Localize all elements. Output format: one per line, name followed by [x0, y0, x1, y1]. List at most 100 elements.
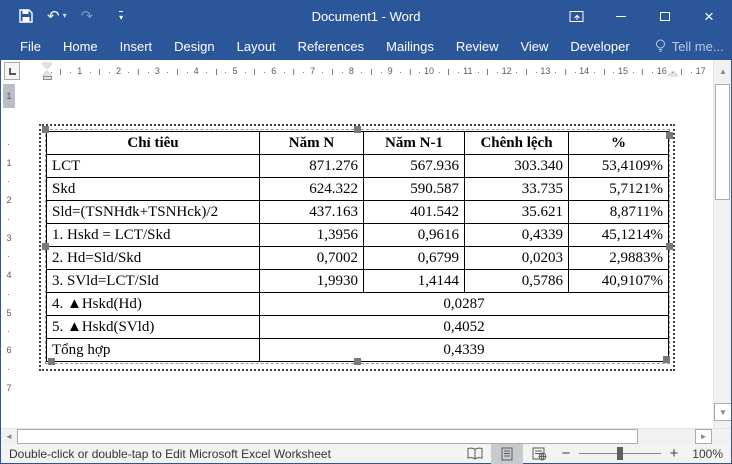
- ruler-tick: [681, 69, 683, 75]
- value-cell: 303.340: [464, 154, 569, 178]
- tab-stop-selector[interactable]: [4, 62, 20, 80]
- ruler-tick: [50, 72, 52, 73]
- ruler-tick: [293, 69, 295, 75]
- value-cell: 2,9883%: [568, 246, 669, 270]
- value-cell: 1,9930: [259, 269, 364, 293]
- ruler-tick: [593, 72, 595, 73]
- horizontal-ruler[interactable]: 1 2 3 4 5 6 7 8 9 10 11 12 13 14 15 16 17: [23, 63, 707, 80]
- scroll-down-icon[interactable]: ▼: [714, 403, 731, 421]
- window-controls: ×: [555, 0, 731, 32]
- ruler-tick: [176, 69, 178, 75]
- selection-handle[interactable]: [42, 126, 49, 133]
- title-bar: ↶ ▾ ↷ ▾ Document1 - Word ×: [1, 0, 731, 32]
- read-mode-button[interactable]: [459, 444, 491, 464]
- minimize-button[interactable]: [599, 0, 643, 32]
- vertical-scroll-thumb[interactable]: [715, 84, 730, 200]
- tab-mailings[interactable]: Mailings: [375, 34, 445, 59]
- value-cell: 401.542: [363, 200, 465, 224]
- tab-review[interactable]: Review: [445, 34, 510, 59]
- column-header: Chỉ tiêu: [46, 131, 260, 155]
- ruler-tick: [516, 72, 518, 73]
- ruler-tick: [264, 72, 266, 73]
- ruler-number: 2: [116, 66, 122, 76]
- scroll-right-icon[interactable]: ►: [695, 429, 712, 444]
- scroll-up-icon[interactable]: ▲: [714, 62, 731, 80]
- ruler-number: 12: [501, 66, 512, 76]
- row-label-cell: Tổng hợp: [46, 338, 260, 362]
- row-label-cell: Skd: [46, 177, 260, 201]
- zoom-in-button[interactable]: +: [663, 445, 685, 462]
- ribbon-display-options-icon[interactable]: [555, 0, 599, 32]
- tab-home[interactable]: Home: [52, 34, 109, 59]
- tab-developer[interactable]: Developer: [559, 34, 640, 59]
- value-cell: 1,4144: [363, 269, 465, 293]
- vertical-ruler[interactable]: 1 1 2 3 4 5 6 7: [1, 84, 17, 428]
- scroll-left-icon[interactable]: ◄: [1, 429, 17, 444]
- ruler-number: 11: [463, 66, 473, 76]
- ruler-tick: [496, 72, 498, 73]
- vertical-scrollbar[interactable]: ▲ ▼: [713, 60, 731, 428]
- ruler-number: 6: [6, 345, 12, 355]
- selection-handle[interactable]: [42, 243, 49, 250]
- undo-button[interactable]: ↶ ▾: [47, 9, 67, 24]
- print-layout-button[interactable]: [491, 443, 523, 464]
- maximize-button[interactable]: [643, 0, 687, 32]
- ruler-tick: [254, 69, 256, 75]
- ruler-tick: [477, 72, 479, 73]
- ruler-tick: [138, 69, 139, 75]
- value-cell: 0,4339: [464, 223, 569, 247]
- tab-design[interactable]: Design: [163, 34, 225, 59]
- ruler-tick: [690, 72, 692, 73]
- ruler-tick: [564, 69, 566, 75]
- ruler-tick: [322, 72, 324, 73]
- ruler-tick: [555, 72, 557, 73]
- selection-handle[interactable]: [354, 358, 361, 365]
- horizontal-scroll-thumb[interactable]: [17, 429, 638, 444]
- ruler-tick: [487, 69, 489, 75]
- zoom-out-button[interactable]: −: [555, 445, 577, 462]
- tab-file[interactable]: File: [9, 34, 52, 59]
- ruler-tick: [642, 69, 644, 75]
- selection-handle[interactable]: [48, 358, 55, 365]
- tell-me-box[interactable]: Tell me...: [655, 39, 724, 54]
- selection-handle[interactable]: [666, 132, 673, 139]
- ruler-tick: [215, 69, 217, 75]
- ruler-number: 15: [617, 66, 629, 76]
- ruler-number: 4: [6, 270, 12, 280]
- ruler-tick: [332, 69, 333, 75]
- save-icon[interactable]: [19, 9, 33, 23]
- row-label-cell: 2. Hd=Sld/Skd: [46, 246, 260, 270]
- ruler-tick: [526, 69, 527, 75]
- value-cell: 567.936: [363, 154, 465, 178]
- tab-references[interactable]: References: [287, 34, 375, 59]
- tab-insert[interactable]: Insert: [109, 34, 164, 59]
- row-label-cell: 5. ▲Hskd(SVld): [46, 315, 260, 339]
- ruler-number: 1: [6, 157, 12, 168]
- ruler-tick: [438, 72, 440, 73]
- undo-dropdown-icon[interactable]: ▾: [63, 12, 67, 20]
- left-indent-marker[interactable]: [43, 76, 52, 80]
- tab-layout[interactable]: Layout: [226, 34, 287, 59]
- web-layout-button[interactable]: [523, 444, 555, 464]
- ruler-tick: [341, 72, 343, 73]
- ruler-tick: [302, 72, 304, 73]
- horizontal-scrollbar[interactable]: ◄ ►: [1, 428, 731, 444]
- ruler-number: 1: [77, 66, 83, 76]
- selection-handle[interactable]: [354, 126, 361, 133]
- ruler-tick: [8, 143, 9, 145]
- zoom-slider[interactable]: [579, 447, 661, 460]
- customize-qat-icon[interactable]: ▾: [119, 10, 124, 22]
- ruler-tick: [167, 72, 169, 73]
- selection-handle[interactable]: [666, 243, 673, 250]
- ruler-number: 6: [271, 66, 277, 76]
- zoom-slider-thumb[interactable]: [617, 447, 623, 460]
- first-line-indent-marker[interactable]: [42, 63, 52, 69]
- tab-view[interactable]: View: [509, 34, 559, 59]
- ruler-number: 4: [193, 66, 199, 76]
- excel-worksheet-table[interactable]: Chỉ tiêu Năm N Năm N-1 Chênh lệch% LCT 871.2…: [46, 131, 669, 362]
- selection-handle[interactable]: [663, 356, 670, 363]
- close-button[interactable]: ×: [687, 0, 731, 32]
- ruler-number: 7: [6, 382, 12, 393]
- ruler-tick: [409, 69, 411, 75]
- right-indent-marker[interactable]: [668, 71, 678, 76]
